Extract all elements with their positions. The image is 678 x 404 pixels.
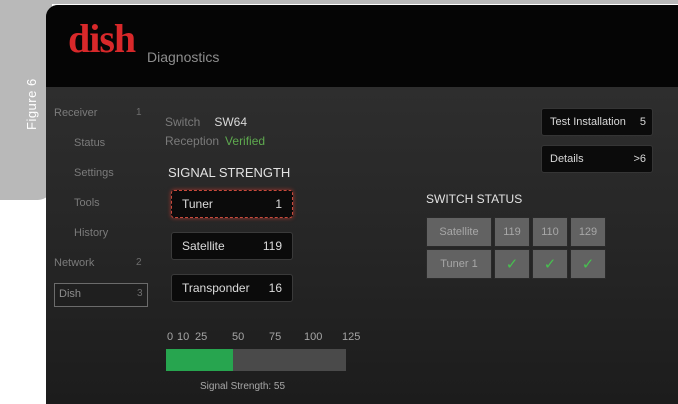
test-installation-button[interactable]: Test Installation 5 <box>541 108 653 136</box>
scale-tick: 25 <box>195 331 208 343</box>
nav-item-dish[interactable]: Dish 3 <box>54 283 148 307</box>
nav-item-history[interactable]: History <box>54 219 154 249</box>
switch-value: SW64 <box>214 115 248 129</box>
nav-item-receiver[interactable]: Receiver 1 <box>54 99 154 129</box>
page-title: Diagnostics <box>147 49 220 65</box>
signal-strength-title: SIGNAL STRENGTH <box>168 165 291 180</box>
tuner-field[interactable]: Tuner 1 <box>171 190 293 218</box>
dish-logo: dish <box>68 16 136 61</box>
switch-status-cell: ✓ <box>570 249 606 279</box>
nav-item-settings[interactable]: Settings <box>54 159 154 189</box>
nav-item-label: Settings <box>74 167 114 179</box>
details-label: Details <box>550 153 584 165</box>
sidebar-nav: Receiver 1 Status Settings Tools History… <box>54 99 154 307</box>
satellite-field[interactable]: Satellite 119 <box>171 232 293 260</box>
transponder-label: Transponder <box>182 281 250 295</box>
satellite-label: Satellite <box>182 239 225 253</box>
check-icon: ✓ <box>505 256 519 273</box>
scale-tick: 100 <box>304 331 323 343</box>
tuner-label: Tuner <box>182 197 213 211</box>
switch-status-text: 129 <box>578 226 598 238</box>
check-icon: ✓ <box>581 256 595 273</box>
transponder-value: 16 <box>268 281 282 295</box>
nav-item-tools[interactable]: Tools <box>54 189 154 219</box>
switch-status-text: 119 <box>503 226 521 238</box>
details-number: >6 <box>633 153 646 165</box>
details-button[interactable]: Details >6 <box>541 145 653 173</box>
signal-strength-fill <box>166 349 233 371</box>
nav-item-status[interactable]: Status <box>54 129 154 159</box>
scale-tick: 0 <box>167 331 174 343</box>
nav-item-number: 3 <box>137 288 143 299</box>
signal-strength-caption: Signal Strength: 55 <box>200 381 286 392</box>
nav-item-label: Tools <box>74 197 100 209</box>
reception-row: Reception Verified <box>165 134 265 148</box>
switch-status-cell: ✓ <box>532 249 568 279</box>
scale-tick: 50 <box>232 331 245 343</box>
signal-strength-bar <box>166 349 346 371</box>
signal-scale: 0 10 25 50 75 100 125 <box>167 331 361 345</box>
switch-status-title: SWITCH STATUS <box>426 192 523 206</box>
switch-status-cell: 119 <box>494 217 530 247</box>
header-bar: dish Diagnostics <box>46 5 678 87</box>
nav-item-number: 1 <box>136 107 142 118</box>
tuner-value: 1 <box>275 197 282 211</box>
scale-tick: 10 <box>177 331 190 343</box>
nav-item-label: History <box>74 227 109 239</box>
switch-status-cell: 110 <box>532 217 568 247</box>
check-icon: ✓ <box>543 256 557 273</box>
scale-tick: 75 <box>269 331 282 343</box>
switch-status-cell: 129 <box>570 217 606 247</box>
switch-row: Switch SW64 <box>165 115 247 129</box>
nav-item-label: Receiver <box>54 107 98 119</box>
test-installation-number: 5 <box>639 116 646 128</box>
main-panel: Receiver 1 Status Settings Tools History… <box>46 87 678 404</box>
switch-status-text: 110 <box>541 226 559 238</box>
reception-label: Reception <box>165 134 220 148</box>
switch-status-cell: Tuner 1 <box>426 249 492 279</box>
switch-status-cell: ✓ <box>494 249 530 279</box>
figure-top-bar <box>0 0 678 4</box>
nav-item-number: 2 <box>136 257 142 268</box>
tuner-row-label: Tuner 1 <box>440 258 478 270</box>
nav-item-label: Status <box>74 137 106 149</box>
figure-label: Figure 6 <box>24 78 39 130</box>
figure-tab: Figure 6 <box>0 0 52 200</box>
test-installation-label: Test Installation <box>550 116 626 128</box>
switch-status-text: Satellite <box>439 226 479 238</box>
reception-value: Verified <box>225 134 266 148</box>
scale-tick: 125 <box>342 331 361 343</box>
nav-item-label: Network <box>54 257 95 269</box>
nav-item-network[interactable]: Network 2 <box>54 249 154 279</box>
nav-item-label: Dish <box>59 288 82 300</box>
switch-label: Switch <box>165 115 201 129</box>
tv-screen: dish Diagnostics Receiver 1 Status Setti… <box>46 5 678 404</box>
switch-status-cell: Satellite <box>426 217 492 247</box>
transponder-field[interactable]: Transponder 16 <box>171 274 293 302</box>
satellite-value: 119 <box>262 239 282 253</box>
